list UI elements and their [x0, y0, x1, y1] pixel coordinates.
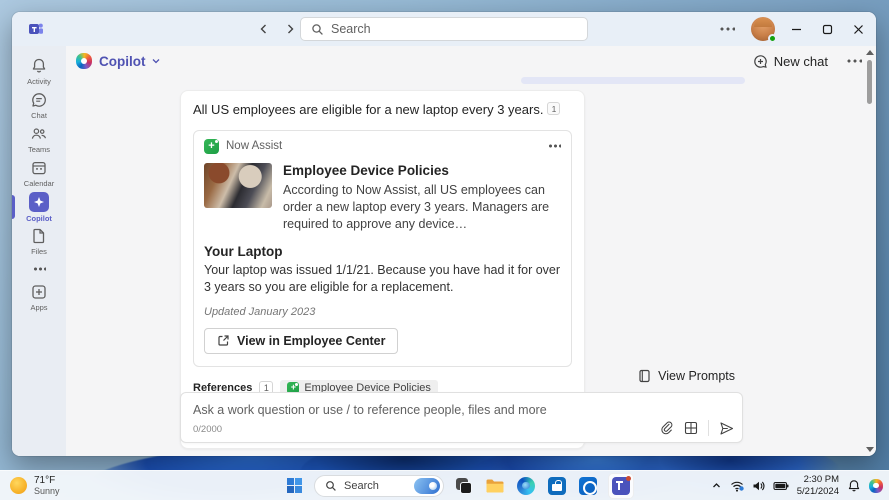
copilot-pane: Copilot New chat	[66, 46, 876, 456]
sidebar-item-calendar[interactable]: Calendar	[12, 156, 66, 190]
copilot-app-icon	[29, 192, 49, 212]
scroll-down-arrow[interactable]	[866, 447, 874, 452]
composer-area: View Prompts Ask a work question or use …	[180, 369, 743, 443]
back-button[interactable]	[256, 21, 272, 37]
ai-message-text: All US employees are eligible for a new …	[193, 102, 572, 119]
card-thumbnail-image	[204, 163, 272, 208]
sidebar-item-teams[interactable]: Teams	[12, 122, 66, 156]
sidebar-item-apps[interactable]: Apps	[12, 280, 66, 314]
user-message-bubble-edge	[521, 77, 745, 84]
file-explorer-button[interactable]	[484, 475, 506, 497]
card-section-text: Your laptop was issued 1/1/21. Because y…	[204, 262, 561, 297]
new-chat-button[interactable]: New chat	[753, 54, 828, 69]
search-highlight-icon	[414, 478, 440, 494]
notifications-bell-icon[interactable]	[847, 479, 861, 493]
search-placeholder: Search	[331, 22, 371, 36]
hidden-icons-chevron[interactable]	[711, 480, 722, 491]
sidebar-more-apps-icon[interactable]	[12, 258, 66, 280]
task-view-button[interactable]	[453, 475, 475, 497]
bell-icon	[30, 57, 48, 75]
app-title: Copilot	[99, 54, 146, 69]
teams-notification-dot	[626, 476, 631, 481]
card-title: Employee Device Policies	[283, 163, 561, 178]
copilot-taskbar-icon[interactable]	[869, 479, 883, 493]
send-icon[interactable]	[719, 421, 734, 436]
start-button[interactable]	[283, 475, 305, 497]
title-bar: Search	[12, 12, 876, 46]
chat-bubble-icon	[30, 91, 48, 109]
teams-search-input[interactable]: Search	[300, 17, 588, 41]
volume-icon[interactable]	[752, 480, 765, 492]
card-description: According to Now Assist, all US employee…	[283, 182, 561, 233]
card-source: Now Assist	[226, 140, 282, 152]
avatar[interactable]	[751, 17, 775, 41]
external-link-icon	[217, 334, 230, 347]
apps-grid-icon[interactable]	[684, 421, 698, 435]
card-section-title: Your Laptop	[204, 244, 561, 259]
now-assist-icon: +	[204, 139, 219, 154]
app-rail: Activity Chat Teams Calendar	[12, 46, 66, 456]
clock-time: 2:30 PM	[797, 474, 839, 485]
battery-icon[interactable]	[773, 481, 789, 491]
chevron-down-icon[interactable]	[151, 56, 161, 66]
outlook-button[interactable]	[577, 475, 599, 497]
scroll-up-arrow[interactable]	[866, 50, 874, 55]
wifi-icon[interactable]	[730, 480, 744, 492]
card-more-icon[interactable]	[548, 144, 561, 148]
maximize-button[interactable]	[822, 24, 833, 35]
sidebar-item-copilot[interactable]: Copilot	[12, 190, 66, 224]
edge-browser-button[interactable]	[515, 475, 537, 497]
citation-badge[interactable]: 1	[547, 102, 560, 115]
microsoft-store-button[interactable]	[546, 475, 568, 497]
weather-widget[interactable]: 71°F Sunny	[10, 475, 60, 497]
windows-taskbar: 71°F Sunny Search	[0, 470, 889, 500]
taskbar-search[interactable]: Search	[314, 475, 444, 497]
weather-condition: Sunny	[34, 486, 60, 496]
taskbar-search-label: Search	[344, 480, 379, 492]
view-prompts-button[interactable]: View Prompts	[638, 369, 735, 383]
sidebar-item-files[interactable]: Files	[12, 224, 66, 258]
attach-icon[interactable]	[660, 421, 674, 435]
search-icon	[325, 480, 337, 492]
forward-button[interactable]	[282, 21, 298, 37]
char-counter: 0/2000	[193, 424, 222, 435]
sun-icon	[10, 477, 27, 494]
weather-temp: 71°F	[34, 475, 60, 487]
pane-more-icon[interactable]	[846, 59, 862, 63]
message-input[interactable]: Ask a work question or use / to referenc…	[180, 392, 743, 443]
scrollbar[interactable]	[863, 46, 875, 456]
sidebar-item-chat[interactable]: Chat	[12, 88, 66, 122]
people-icon	[30, 125, 48, 143]
document-icon	[30, 227, 48, 245]
calendar-icon	[30, 159, 48, 177]
presence-available-badge	[768, 34, 777, 43]
selected-indicator	[12, 195, 15, 219]
copilot-logo-icon	[76, 53, 92, 69]
teams-window: Search	[12, 12, 876, 456]
scrollbar-thumb[interactable]	[867, 60, 872, 104]
sidebar-item-activity[interactable]: Activity	[12, 54, 66, 88]
minimize-button[interactable]	[791, 24, 802, 35]
new-chat-plus-icon	[753, 54, 768, 69]
teams-taskbar-button[interactable]	[608, 473, 634, 499]
close-button[interactable]	[853, 24, 864, 35]
clock[interactable]: 2:30 PM 5/21/2024	[797, 474, 839, 497]
input-placeholder: Ask a work question or use / to referenc…	[193, 403, 547, 417]
divider	[708, 420, 709, 436]
prompt-book-icon	[638, 369, 651, 383]
search-icon	[311, 23, 324, 36]
titlebar-more-icon[interactable]	[719, 27, 735, 31]
copilot-header: Copilot New chat	[66, 46, 876, 76]
teams-logo-icon	[28, 21, 44, 37]
now-assist-card: + Now Assist Employee Device Policies Ac…	[193, 130, 572, 367]
view-in-employee-center-button[interactable]: View in Employee Center	[204, 328, 398, 354]
clock-date: 5/21/2024	[797, 486, 839, 497]
card-updated-note: Updated January 2023	[204, 306, 561, 318]
add-apps-icon	[30, 283, 48, 301]
